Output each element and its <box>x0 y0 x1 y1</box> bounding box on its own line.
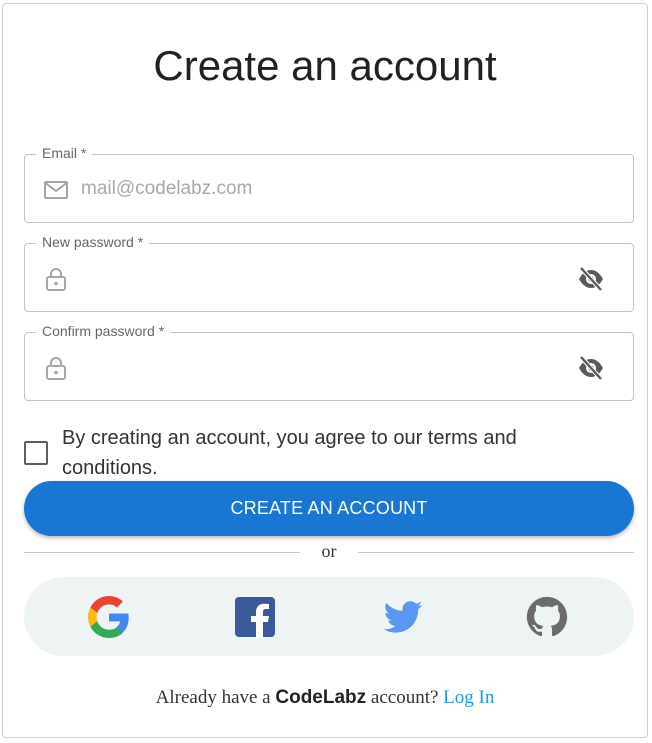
new-password-field[interactable]: New password * <box>24 234 634 312</box>
new-password-input[interactable] <box>81 244 563 311</box>
footer-prefix: Already have a <box>155 687 271 708</box>
or-divider: or <box>24 541 634 561</box>
visibility-off-icon[interactable] <box>577 354 605 382</box>
confirm-password-field[interactable]: Confirm password * <box>24 323 634 401</box>
confirm-password-input[interactable] <box>81 333 563 400</box>
login-link[interactable]: Log In <box>443 687 494 708</box>
create-account-button[interactable]: CREATE AN ACCOUNT <box>24 481 634 536</box>
page-title: Create an account <box>153 42 497 89</box>
footer-suffix: account? <box>370 687 439 708</box>
lock-icon <box>46 357 66 380</box>
divider-line-right <box>358 552 634 553</box>
brand-name: CodeLabz <box>275 687 367 708</box>
mail-icon <box>44 181 68 199</box>
email-input[interactable] <box>81 155 563 222</box>
lock-icon <box>46 268 66 291</box>
terms-text: By creating an account, you agree to our… <box>62 427 517 479</box>
facebook-icon[interactable] <box>234 596 276 638</box>
social-login-bar <box>24 577 634 656</box>
email-field[interactable]: Email * <box>24 145 634 223</box>
signup-card: Create an account Email * New password *… <box>2 3 648 738</box>
terms-checkbox[interactable] <box>24 441 48 465</box>
visibility-off-icon[interactable] <box>577 265 605 293</box>
google-icon[interactable] <box>88 596 130 638</box>
github-icon[interactable] <box>526 596 568 638</box>
twitter-icon[interactable] <box>382 596 424 638</box>
login-prompt: Already have a CodeLabz account? Log In <box>3 687 647 709</box>
